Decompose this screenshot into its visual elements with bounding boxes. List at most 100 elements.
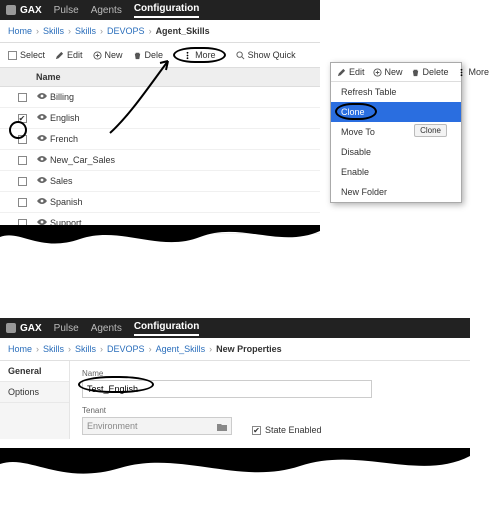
breadcrumb: Home› Skills› Skills› DEVOPS› Agent_Skil…: [0, 338, 470, 360]
brand-label: GAX: [20, 323, 42, 334]
row-name: Spanish: [36, 197, 83, 207]
tab-general[interactable]: General: [0, 361, 69, 382]
tenant-input[interactable]: Environment: [82, 417, 232, 435]
brand-icon: [6, 323, 16, 333]
row-checkbox[interactable]: [18, 177, 27, 186]
table-row[interactable]: Billing: [0, 87, 320, 108]
pencil-icon: [337, 68, 346, 77]
table-row[interactable]: Support: [0, 213, 320, 234]
menu-item-enable[interactable]: Enable: [331, 162, 461, 182]
brand-icon: [6, 5, 16, 15]
popup-delete-button[interactable]: Delete: [411, 67, 449, 77]
skills-table: Name Billing English French New_Car_Sales Sa…: [0, 68, 320, 234]
table-row[interactable]: English: [0, 108, 320, 129]
magnifier-icon: [236, 51, 245, 60]
brand-label: GAX: [20, 5, 42, 16]
clone-mini-button[interactable]: Clone: [414, 124, 447, 137]
menu-item-clone[interactable]: Clone: [331, 102, 461, 122]
row-checkbox[interactable]: [18, 156, 27, 165]
crumb-devops[interactable]: DEVOPS: [107, 26, 145, 36]
table-row[interactable]: Spanish: [0, 192, 320, 213]
row-name: Billing: [36, 92, 74, 102]
col-name[interactable]: Name: [36, 72, 61, 82]
more-button[interactable]: More: [173, 47, 226, 63]
row-checkbox[interactable]: [18, 219, 27, 228]
skill-icon: [36, 218, 46, 226]
row-name: Sales: [36, 176, 73, 186]
bottom-navbar: GAX Pulse Agents Configuration: [0, 318, 470, 338]
popup-new-button[interactable]: New: [373, 67, 403, 77]
skill-icon: [36, 134, 46, 142]
more-menu-popup: Edit New Delete More Refresh TableCloneM…: [330, 62, 462, 203]
popup-edit-button[interactable]: Edit: [337, 67, 365, 77]
row-name: English: [36, 113, 80, 123]
row-name: New_Car_Sales: [36, 155, 115, 165]
tenant-value: Environment: [87, 421, 138, 431]
edit-button[interactable]: Edit: [55, 50, 83, 60]
skill-icon: [36, 155, 46, 163]
nav-agents[interactable]: Agents: [91, 323, 122, 334]
state-label: State Enabled: [265, 425, 322, 435]
nav-pulse[interactable]: Pulse: [54, 5, 79, 16]
crumb-current: Agent_Skills: [156, 26, 210, 36]
menu-item-refresh-table[interactable]: Refresh Table: [331, 82, 461, 102]
menu-item-new-folder[interactable]: New Folder: [331, 182, 461, 202]
crumb-agentskills[interactable]: Agent_Skills: [156, 344, 206, 354]
crumb-devops[interactable]: DEVOPS: [107, 344, 145, 354]
popup-more-button[interactable]: More: [457, 67, 490, 77]
plus-circle-icon: [373, 68, 382, 77]
nav-pulse[interactable]: Pulse: [54, 323, 79, 334]
select-toggle[interactable]: Select: [8, 50, 45, 60]
trash-icon: [133, 51, 142, 60]
popup-delete-label: Delete: [423, 67, 449, 77]
new-label: New: [105, 50, 123, 60]
tab-options[interactable]: Options: [0, 382, 69, 403]
row-checkbox[interactable]: [18, 114, 27, 123]
nav-agents[interactable]: Agents: [91, 5, 122, 16]
popup-more-label: More: [469, 67, 490, 77]
row-checkbox[interactable]: [18, 93, 27, 102]
more-label: More: [195, 50, 216, 60]
state-enabled-checkbox[interactable]: State Enabled: [252, 425, 322, 435]
new-button[interactable]: New: [93, 50, 123, 60]
skills-list-panel: GAX Pulse Agents Configuration Home› Ski…: [0, 0, 320, 234]
crumb-current: New Properties: [216, 344, 282, 354]
list-toolbar: Select Edit New Dele More Show Quick: [0, 42, 320, 68]
row-checkbox[interactable]: [18, 198, 27, 207]
properties-body: General Options Name Tenant Environment …: [0, 360, 470, 439]
popup-toolbar: Edit New Delete More: [331, 63, 461, 82]
crumb-skills1[interactable]: Skills: [43, 26, 64, 36]
table-row[interactable]: Sales: [0, 171, 320, 192]
skill-icon: [36, 113, 46, 121]
plus-circle-icon: [93, 51, 102, 60]
select-checkbox-icon: [8, 51, 17, 60]
crumb-skills2[interactable]: Skills: [75, 344, 96, 354]
pencil-icon: [55, 51, 64, 60]
breadcrumb: Home› Skills› Skills› DEVOPS› Agent_Skil…: [0, 20, 320, 42]
menu-item-move-to[interactable]: Move ToClone: [331, 122, 461, 142]
table-row[interactable]: French: [0, 129, 320, 150]
properties-panel: GAX Pulse Agents Configuration Home› Ski…: [0, 318, 470, 439]
crumb-skills1[interactable]: Skills: [43, 344, 64, 354]
delete-button[interactable]: Dele: [133, 50, 164, 60]
trash-icon: [411, 68, 420, 77]
name-input[interactable]: [82, 380, 372, 398]
popup-edit-label: Edit: [349, 67, 365, 77]
table-header: Name: [0, 68, 320, 87]
crumb-home[interactable]: Home: [8, 26, 32, 36]
more-dots-icon: [183, 51, 192, 60]
crumb-skills2[interactable]: Skills: [75, 26, 96, 36]
nav-configuration[interactable]: Configuration: [134, 321, 200, 336]
crumb-home[interactable]: Home: [8, 344, 32, 354]
table-row[interactable]: New_Car_Sales: [0, 150, 320, 171]
row-checkbox[interactable]: [18, 135, 27, 144]
show-quick-button[interactable]: Show Quick: [236, 50, 296, 60]
show-quick-label: Show Quick: [248, 50, 296, 60]
menu-item-disable[interactable]: Disable: [331, 142, 461, 162]
edit-label: Edit: [67, 50, 83, 60]
brand: GAX: [6, 323, 42, 334]
row-name: French: [36, 134, 78, 144]
nav-configuration[interactable]: Configuration: [134, 3, 200, 18]
skill-icon: [36, 176, 46, 184]
select-label: Select: [20, 50, 45, 60]
